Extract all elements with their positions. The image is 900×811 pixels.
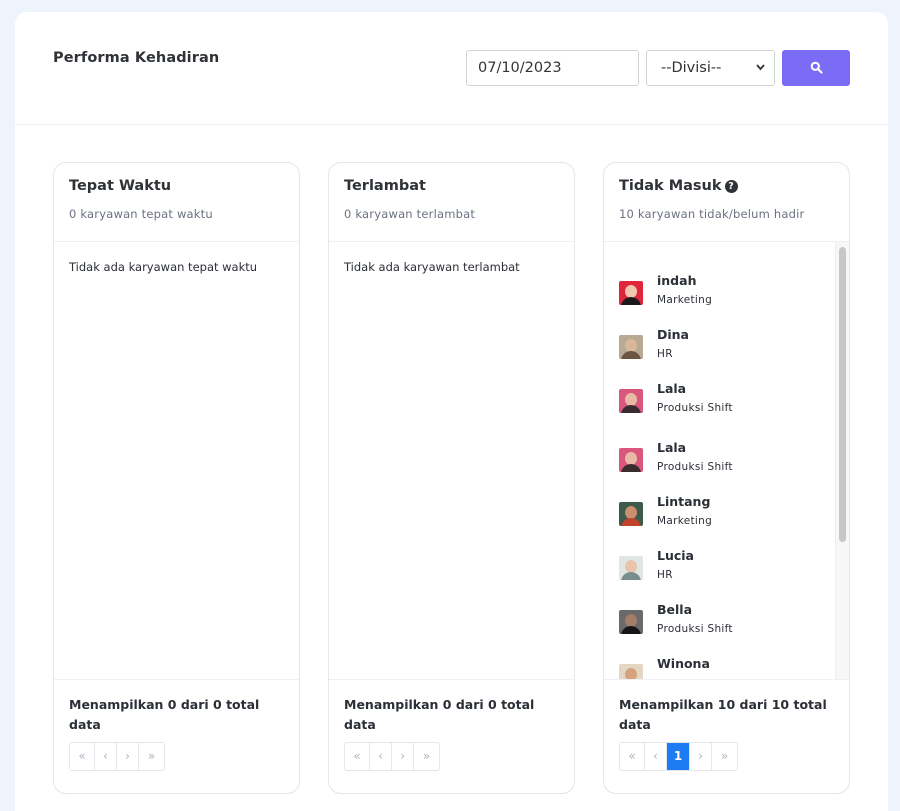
list-item[interactable]: Lala Produksi Shift bbox=[619, 440, 819, 480]
column-subtitle: 0 karyawan tepat waktu bbox=[69, 207, 213, 221]
divider bbox=[54, 679, 299, 680]
column-title: Tidak Masuk? bbox=[619, 178, 738, 194]
search-icon bbox=[810, 59, 823, 78]
divider bbox=[54, 241, 299, 242]
avatar bbox=[619, 448, 643, 472]
employee-division: Marketing bbox=[657, 515, 713, 527]
late-column: Terlambat 0 karyawan terlambat Tidak ada… bbox=[328, 162, 575, 794]
pagination-summary: Menampilkan 0 dari 0 total data bbox=[69, 697, 260, 732]
next-page-button[interactable]: › bbox=[392, 743, 414, 770]
avatar bbox=[619, 281, 643, 305]
list-item[interactable]: Lucia HR bbox=[619, 548, 819, 588]
divider bbox=[604, 679, 849, 680]
pagination: « ‹ › » bbox=[344, 742, 440, 771]
list-item[interactable]: Bella Produksi Shift bbox=[619, 602, 819, 642]
column-title-text: Tidak Masuk bbox=[619, 178, 722, 194]
employee-division: Produksi Shift bbox=[657, 402, 733, 414]
previous-page-button[interactable]: ‹ bbox=[645, 743, 667, 770]
list-item[interactable]: indah Marketing bbox=[619, 273, 819, 313]
avatar bbox=[619, 389, 643, 413]
previous-page-button[interactable]: ‹ bbox=[370, 743, 392, 770]
employee-name: Lintang bbox=[657, 494, 711, 509]
avatar bbox=[619, 610, 643, 634]
last-page-button[interactable]: » bbox=[414, 743, 439, 770]
employee-name: Lucia bbox=[657, 548, 694, 563]
avatar bbox=[619, 664, 643, 679]
column-subtitle: 10 karyawan tidak/belum hadir bbox=[619, 207, 805, 221]
employee-division: HR bbox=[657, 569, 673, 581]
list-item[interactable]: Lintang Marketing bbox=[619, 494, 819, 534]
next-page-button[interactable]: › bbox=[690, 743, 712, 770]
employee-name: Lala bbox=[657, 381, 687, 396]
employee-division: HR bbox=[657, 348, 673, 360]
date-value: 07/10/2023 bbox=[478, 60, 562, 76]
division-select[interactable]: --Divisi-- bbox=[646, 50, 775, 86]
avatar bbox=[619, 502, 643, 526]
pagination-summary: Menampilkan 10 dari 10 total data bbox=[619, 697, 827, 732]
next-page-button[interactable]: › bbox=[117, 743, 139, 770]
division-selected-value: --Divisi-- bbox=[661, 60, 722, 76]
page-1-button[interactable]: 1 bbox=[667, 743, 690, 770]
last-page-button[interactable]: » bbox=[139, 743, 164, 770]
scrollbar[interactable] bbox=[835, 242, 849, 679]
pagination-summary: Menampilkan 0 dari 0 total data bbox=[344, 697, 535, 732]
pagination: « ‹ 1 › » bbox=[619, 742, 738, 771]
column-title: Terlambat bbox=[344, 178, 426, 194]
first-page-button[interactable]: « bbox=[345, 743, 370, 770]
previous-page-button[interactable]: ‹ bbox=[95, 743, 117, 770]
employee-name: Winona bbox=[657, 656, 710, 671]
avatar bbox=[619, 556, 643, 580]
divider bbox=[329, 241, 574, 242]
column-subtitle: 0 karyawan terlambat bbox=[344, 207, 476, 221]
search-button[interactable] bbox=[782, 50, 850, 86]
employee-division: Produksi Shift bbox=[657, 623, 733, 635]
scrollbar-thumb[interactable] bbox=[839, 247, 846, 542]
list-item[interactable]: Dina HR bbox=[619, 327, 819, 367]
employee-name: Lala bbox=[657, 440, 687, 455]
chevron-down-icon bbox=[755, 51, 766, 99]
list-item[interactable]: Lala Produksi Shift bbox=[619, 381, 819, 421]
date-input[interactable]: 07/10/2023 bbox=[466, 50, 639, 86]
first-page-button[interactable]: « bbox=[620, 743, 645, 770]
employee-name: indah bbox=[657, 273, 697, 288]
question-circle-icon[interactable]: ? bbox=[724, 180, 738, 193]
employee-name: Bella bbox=[657, 602, 693, 617]
pagination: « ‹ › » bbox=[69, 742, 165, 771]
employee-division: Produksi Shift bbox=[657, 461, 733, 473]
column-title: Tepat Waktu bbox=[69, 178, 172, 194]
divider bbox=[329, 679, 574, 680]
attendance-performance-card: Performa Kehadiran 07/10/2023 --Divisi--… bbox=[15, 12, 888, 811]
empty-message: Tidak ada karyawan terlambat bbox=[344, 260, 520, 274]
absent-column: Tidak Masuk? 10 karyawan tidak/belum had… bbox=[603, 162, 850, 794]
last-page-button[interactable]: » bbox=[712, 743, 737, 770]
absent-employee-list[interactable]: indah Marketing Dina HR Lala Produksi Sh… bbox=[604, 242, 849, 679]
on-time-column: Tepat Waktu 0 karyawan tepat waktu Tidak… bbox=[53, 162, 300, 794]
page-title: Performa Kehadiran bbox=[53, 50, 220, 66]
employee-name: Dina bbox=[657, 327, 689, 342]
empty-message: Tidak ada karyawan tepat waktu bbox=[69, 260, 258, 274]
avatar bbox=[619, 335, 643, 359]
card-header: Performa Kehadiran 07/10/2023 --Divisi-- bbox=[15, 12, 888, 125]
list-item[interactable]: Winona bbox=[619, 656, 819, 679]
employee-division: Marketing bbox=[657, 294, 713, 306]
first-page-button[interactable]: « bbox=[70, 743, 95, 770]
